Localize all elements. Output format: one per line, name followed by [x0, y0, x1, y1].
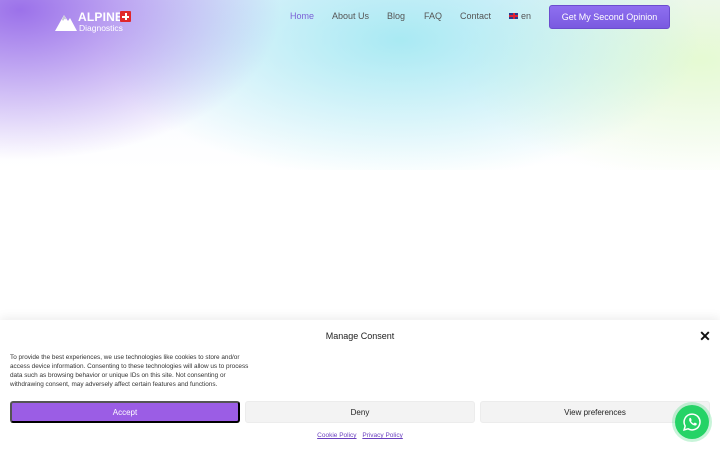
mountain-logo-icon [55, 15, 77, 31]
policy-links: Cookie Policy Privacy Policy [0, 432, 720, 439]
consent-banner: Manage Consent ✕ To provide the best exp… [0, 320, 720, 450]
logo-subtitle: Diagnostics [79, 23, 123, 33]
nav-about-us[interactable]: About Us [332, 11, 369, 21]
cookie-policy-link[interactable]: Cookie Policy [317, 432, 356, 439]
consent-title: Manage Consent [325, 331, 395, 341]
language-switcher[interactable]: en [509, 11, 531, 21]
swiss-flag-icon [120, 11, 131, 22]
deny-button[interactable]: Deny [245, 401, 475, 423]
privacy-policy-link[interactable]: Privacy Policy [362, 432, 402, 439]
consent-description: To provide the best experiences, we use … [10, 354, 249, 388]
nav-faq[interactable]: FAQ [424, 11, 442, 21]
nav-contact[interactable]: Contact [460, 11, 491, 21]
nav-home[interactable]: Home [290, 11, 314, 21]
language-label: en [521, 11, 532, 21]
site-header: ALPINE Diagnostics Home About Us Blog FA… [0, 0, 720, 36]
nav-blog[interactable]: Blog [387, 11, 405, 21]
whatsapp-chat-button[interactable] [675, 405, 709, 439]
uk-flag-icon [509, 13, 518, 19]
logo-wordmark: ALPINE [78, 10, 124, 24]
whatsapp-icon [683, 413, 701, 431]
close-icon[interactable]: ✕ [698, 329, 712, 343]
site-logo[interactable]: ALPINE Diagnostics [54, 8, 134, 34]
second-opinion-button[interactable]: Get My Second Opinion [549, 5, 670, 29]
accept-button[interactable]: Accept [10, 401, 240, 423]
